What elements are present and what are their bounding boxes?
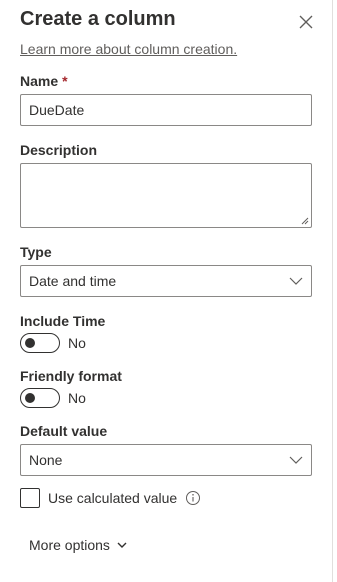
info-icon[interactable] [185, 490, 201, 506]
calculated-value-label[interactable]: Use calculated value [48, 490, 177, 506]
description-input[interactable] [20, 163, 312, 228]
name-label: Name * [20, 73, 68, 89]
calculated-value-checkbox[interactable] [20, 488, 40, 508]
name-label-text: Name [20, 73, 59, 89]
close-icon [299, 15, 313, 29]
more-options-button[interactable]: More options [29, 535, 128, 555]
type-dropdown-value: Date and time [29, 273, 117, 289]
chevron-down-icon [117, 542, 127, 548]
name-input[interactable]: DueDate [20, 94, 312, 126]
friendly-format-row: No [20, 388, 86, 408]
friendly-format-toggle[interactable] [20, 388, 60, 408]
learn-more-link[interactable]: Learn more about column creation. [20, 41, 237, 57]
close-button[interactable] [296, 12, 316, 32]
chevron-down-icon [289, 456, 303, 464]
toggle-knob [25, 393, 35, 403]
description-label: Description [20, 142, 98, 158]
default-value-label: Default value [20, 423, 108, 439]
include-time-label: Include Time [20, 313, 106, 329]
type-label: Type [20, 244, 52, 260]
calculated-value-row: Use calculated value [20, 488, 201, 508]
type-dropdown[interactable]: Date and time [20, 265, 312, 297]
panel-title: Create a column [20, 8, 176, 30]
friendly-format-state: No [68, 390, 86, 406]
create-column-panel: Create a column Learn more about column … [0, 0, 333, 582]
toggle-knob [25, 338, 35, 348]
default-value-dropdown[interactable]: None [20, 444, 312, 476]
include-time-state: No [68, 335, 86, 351]
chevron-down-icon [289, 277, 303, 285]
include-time-toggle[interactable] [20, 333, 60, 353]
required-marker: * [62, 73, 68, 89]
more-options-label: More options [29, 537, 110, 553]
default-value-dropdown-value: None [29, 452, 63, 468]
resize-grip-icon[interactable] [301, 217, 309, 225]
include-time-row: No [20, 333, 86, 353]
friendly-format-label: Friendly format [20, 368, 122, 384]
